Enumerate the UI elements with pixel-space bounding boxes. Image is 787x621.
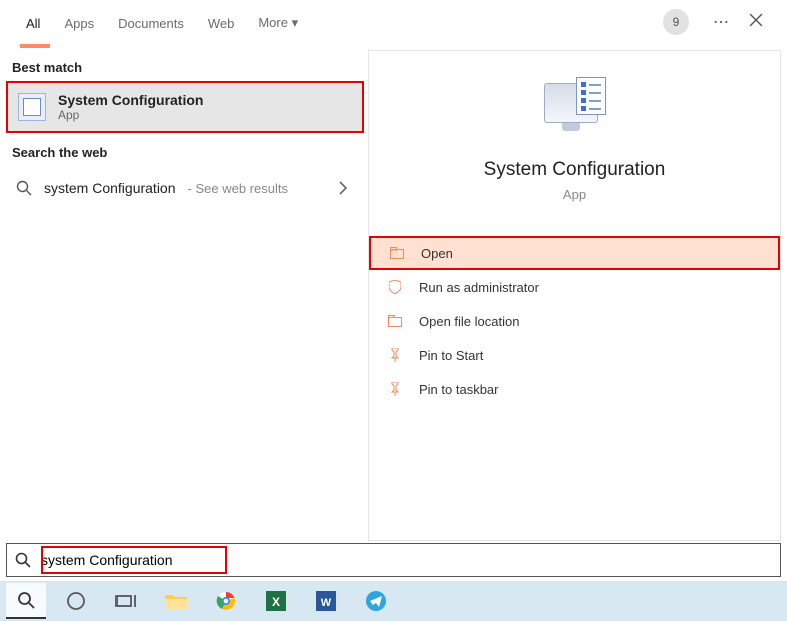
search-input[interactable] [39, 552, 780, 568]
svg-text:W: W [321, 597, 332, 609]
web-hint-text: - See web results [188, 181, 288, 196]
taskbar-telegram[interactable] [356, 583, 396, 619]
action-label: Pin to taskbar [419, 382, 499, 397]
action-open-location[interactable]: Open file location [369, 304, 780, 338]
folder-icon [165, 592, 187, 610]
preview-title: System Configuration [484, 159, 666, 181]
rewards-badge[interactable]: 9 [663, 9, 689, 35]
taskbar-chrome[interactable] [206, 583, 246, 619]
search-results-area: Best match System Configuration App Sear… [6, 50, 781, 541]
preview-pane: System Configuration App Open Run as adm… [368, 50, 781, 541]
preview-app-icon [540, 77, 610, 141]
action-label: Pin to Start [419, 348, 483, 363]
close-button[interactable] [739, 9, 773, 36]
tab-apps[interactable]: Apps [52, 4, 106, 41]
folder-icon [387, 313, 403, 329]
search-filter-tabs: All Apps Documents Web More ▾ 9 ⋯ [0, 0, 787, 44]
search-icon [15, 552, 31, 568]
telegram-icon [366, 591, 386, 611]
pin-icon [387, 381, 403, 397]
search-bar[interactable] [6, 543, 781, 577]
search-web-header: Search the web [6, 135, 364, 166]
action-label: Open [421, 246, 453, 261]
chrome-icon [216, 591, 236, 611]
open-icon [389, 245, 405, 261]
taskbar-search-button[interactable] [6, 583, 46, 619]
shield-icon [387, 279, 403, 295]
web-query-text: system Configuration [44, 180, 176, 196]
tab-all[interactable]: All [14, 4, 52, 41]
svg-text:X: X [272, 595, 280, 609]
cortana-icon [66, 591, 86, 611]
action-run-admin[interactable]: Run as administrator [369, 270, 780, 304]
search-icon [17, 591, 35, 609]
web-result[interactable]: system Configuration - See web results [6, 166, 364, 210]
preview-actions: Open Run as administrator Open file loca… [369, 236, 780, 406]
taskview-icon [115, 593, 137, 609]
taskbar-file-explorer[interactable] [156, 583, 196, 619]
action-pin-start[interactable]: Pin to Start [369, 338, 780, 372]
active-tab-indicator [20, 44, 50, 48]
best-match-header: Best match [6, 50, 364, 81]
result-title: System Configuration [58, 92, 203, 108]
best-match-result[interactable]: System Configuration App [6, 81, 364, 133]
chevron-right-icon [338, 181, 348, 195]
tab-more[interactable]: More ▾ [246, 3, 310, 41]
system-configuration-icon [18, 93, 46, 121]
action-open[interactable]: Open [369, 236, 780, 270]
taskbar-word[interactable]: W [306, 583, 346, 619]
excel-icon: X [266, 591, 286, 611]
taskbar-cortana-button[interactable] [56, 583, 96, 619]
taskbar-taskview-button[interactable] [106, 583, 146, 619]
pin-icon [387, 347, 403, 363]
preview-subtitle: App [563, 187, 586, 202]
results-list: Best match System Configuration App Sear… [6, 50, 364, 541]
action-label: Run as administrator [419, 280, 539, 295]
word-icon: W [316, 591, 336, 611]
more-options-button[interactable]: ⋯ [703, 8, 739, 36]
result-subtitle: App [58, 108, 203, 122]
action-pin-taskbar[interactable]: Pin to taskbar [369, 372, 780, 406]
action-label: Open file location [419, 314, 519, 329]
tab-documents[interactable]: Documents [106, 4, 196, 41]
tab-web[interactable]: Web [196, 4, 247, 41]
taskbar: X W [0, 581, 787, 621]
search-icon [16, 180, 32, 196]
taskbar-excel[interactable]: X [256, 583, 296, 619]
close-icon [749, 13, 763, 27]
